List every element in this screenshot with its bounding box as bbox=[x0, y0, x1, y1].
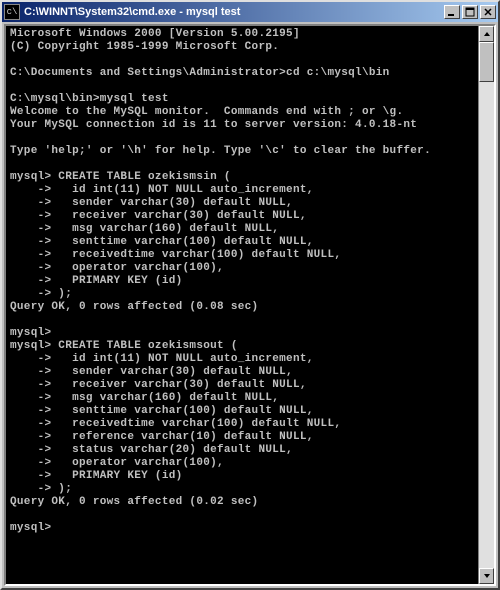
scroll-down-button[interactable] bbox=[479, 568, 494, 584]
window-controls bbox=[444, 5, 496, 19]
close-icon bbox=[483, 7, 493, 17]
minimize-icon bbox=[447, 7, 457, 17]
app-icon: c\ bbox=[4, 4, 20, 20]
terminal-output[interactable]: Microsoft Windows 2000 [Version 5.00.219… bbox=[6, 26, 478, 584]
minimize-button[interactable] bbox=[444, 5, 460, 19]
chevron-up-icon bbox=[483, 30, 491, 38]
scroll-up-button[interactable] bbox=[479, 26, 494, 42]
titlebar[interactable]: c\ C:\WINNT\System32\cmd.exe - mysql tes… bbox=[2, 2, 498, 22]
vertical-scrollbar[interactable] bbox=[478, 26, 494, 584]
chevron-down-icon bbox=[483, 572, 491, 580]
window-title: C:\WINNT\System32\cmd.exe - mysql test bbox=[24, 6, 444, 18]
maximize-button[interactable] bbox=[462, 5, 478, 19]
close-button[interactable] bbox=[480, 5, 496, 19]
client-area: Microsoft Windows 2000 [Version 5.00.219… bbox=[4, 24, 496, 586]
command-prompt-window: c\ C:\WINNT\System32\cmd.exe - mysql tes… bbox=[0, 0, 500, 590]
scroll-track[interactable] bbox=[479, 42, 494, 568]
maximize-icon bbox=[465, 7, 475, 17]
scroll-thumb[interactable] bbox=[479, 42, 494, 82]
